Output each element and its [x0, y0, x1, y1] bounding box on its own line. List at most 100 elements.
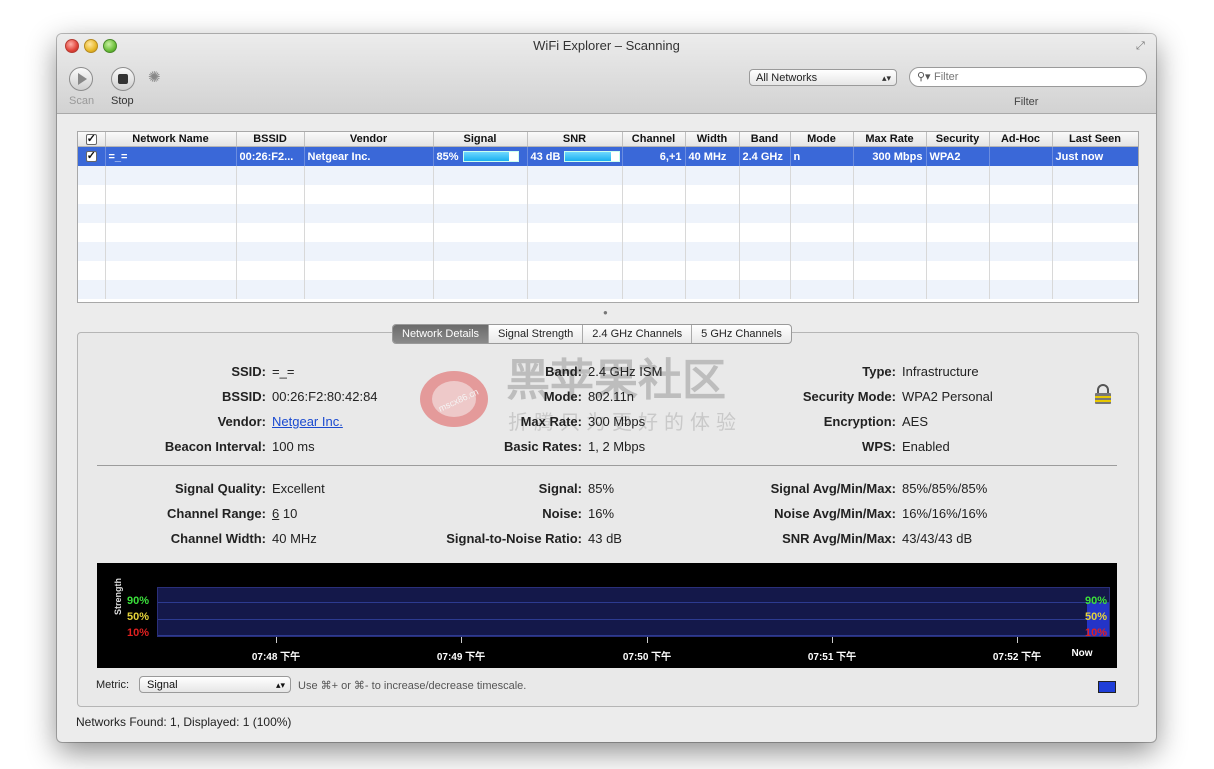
cell-adhoc — [989, 146, 1053, 166]
empty-row — [78, 280, 1138, 299]
column-header[interactable]: Vendor — [304, 132, 434, 147]
maxrate-value: 300 Mbps — [588, 414, 646, 429]
column-header[interactable]: Max Rate — [853, 132, 927, 147]
mode-value: 802.11n — [588, 389, 635, 404]
column-header[interactable]: SNR — [527, 132, 623, 147]
cell-signal: 85% — [433, 146, 528, 166]
cell-band: 2.4 GHz — [739, 146, 791, 166]
fullscreen-icon[interactable]: ⤢ — [1136, 40, 1148, 52]
snr-label: Signal-to-Noise Ratio: — [446, 531, 582, 546]
range-primary: 6 — [272, 506, 280, 521]
signal-bar-fill — [463, 152, 510, 162]
cell-mode: n — [790, 146, 854, 166]
networks-table[interactable]: Network Name BSSID Vendor Signal SNR Cha… — [77, 131, 1139, 303]
beacon-label: Beacon Interval: — [164, 439, 266, 454]
encryption-label: Encryption: — [823, 414, 896, 429]
empty-row — [78, 185, 1138, 204]
empty-row — [78, 204, 1138, 223]
level-label-50: 50% — [127, 611, 150, 623]
section-divider — [97, 465, 1117, 466]
header-select-all[interactable] — [78, 132, 106, 147]
column-header[interactable]: Channel — [622, 132, 686, 147]
filter-label: Filter — [1014, 96, 1039, 108]
checkbox[interactable] — [85, 149, 97, 163]
noiseavg-value: 16%/16%/16% — [902, 506, 988, 521]
stop-button[interactable] — [111, 67, 135, 91]
timescale-hint: Use ⌘+ or ⌘- to increase/decrease timesc… — [298, 680, 527, 692]
metric-value: Signal — [147, 679, 178, 691]
cell-max-rate: 300 Mbps — [853, 146, 927, 166]
sigavg-value: 85%/85%/85% — [902, 481, 988, 496]
filter-input[interactable] — [934, 70, 1134, 84]
cell-vendor: Netgear Inc. — [304, 146, 434, 166]
scan-label: Scan — [69, 95, 95, 107]
app-window: WiFi Explorer – Scanning ⤢ Scan Stop ✺ A… — [57, 34, 1156, 742]
column-header[interactable]: Signal — [433, 132, 528, 147]
type-label: Type: — [862, 364, 896, 379]
details-panel: mscx86.cn 黑苹果社区 折腾只为更好的体验 SSID: =_= BSSID… — [77, 332, 1139, 707]
tab-24ghz-channels[interactable]: 2.4 GHz Channels — [583, 325, 693, 343]
basicrates-label: Basic Rates: — [503, 439, 582, 454]
quality-value: Excellent — [272, 481, 325, 496]
quality-label: Signal Quality: — [174, 481, 266, 496]
time-tick — [647, 637, 648, 643]
column-header[interactable]: Ad-Hoc — [989, 132, 1053, 147]
metric-popup[interactable]: Signal ▴▾ — [139, 676, 291, 693]
tab-5ghz-channels[interactable]: 5 GHz Channels — [692, 325, 791, 343]
filter-search-field[interactable]: ⚲▾ — [909, 67, 1147, 87]
time-label: 07:52 下午 — [992, 652, 1042, 663]
network-filter-popup[interactable]: All Networks ▴▾ — [749, 69, 897, 86]
secmode-value: WPA2 Personal — [902, 389, 993, 404]
cell-network-name: =_= — [105, 146, 237, 166]
noiseavg-label: Noise Avg/Min/Max: — [774, 506, 896, 521]
column-header[interactable]: Last Seen — [1052, 132, 1138, 147]
mode-label: Mode: — [543, 389, 582, 404]
signal-bar — [462, 151, 519, 163]
column-header[interactable]: Network Name — [105, 132, 237, 147]
encryption-value: AES — [902, 414, 929, 429]
time-tick — [1017, 637, 1018, 643]
range-label: Channel Range: — [167, 506, 266, 521]
table-header: Network Name BSSID Vendor Signal SNR Cha… — [78, 132, 1138, 147]
column-header[interactable]: Mode — [790, 132, 854, 147]
column-header[interactable]: Band — [739, 132, 791, 147]
scan-button[interactable] — [69, 67, 93, 91]
time-label: 07:49 下午 — [436, 652, 486, 663]
split-handle[interactable]: ● — [603, 308, 608, 317]
level-label-90: 90% — [127, 595, 150, 607]
time-tick — [276, 637, 277, 643]
gridline — [158, 602, 1109, 603]
metric-label: Metric: — [96, 679, 129, 691]
ssid-value: =_= — [272, 364, 295, 379]
checkbox[interactable] — [85, 132, 97, 145]
snr-value: 43 dB — [588, 531, 622, 546]
window-title: WiFi Explorer – Scanning — [533, 38, 680, 53]
column-header[interactable]: Width — [685, 132, 740, 147]
level-label-10: 10% — [127, 627, 150, 639]
tab-network-details[interactable]: Network Details — [393, 325, 490, 343]
series-color-swatch[interactable] — [1098, 681, 1116, 693]
status-bar: Networks Found: 1, Displayed: 1 (100%) — [76, 715, 292, 729]
spinner-icon: ✺ — [148, 69, 161, 86]
cell-snr: 43 dB — [527, 146, 623, 166]
chwidth-label: Channel Width: — [170, 531, 266, 546]
graph-plot-area — [157, 587, 1110, 637]
time-label: 07:48 下午 — [251, 652, 301, 663]
lock-icon — [1095, 384, 1111, 404]
table-row[interactable]: =_= 00:26:F2... Netgear Inc. 85% 43 dB 6… — [78, 146, 1138, 166]
vendor-link[interactable]: Netgear Inc. — [272, 414, 343, 429]
stop-label: Stop — [111, 95, 134, 107]
sigavg-label: Signal Avg/Min/Max: — [770, 481, 896, 496]
snr-value: 43 dB — [530, 150, 561, 163]
column-header[interactable]: BSSID — [236, 132, 305, 147]
snravg-label: SNR Avg/Min/Max: — [782, 531, 896, 546]
vendor-label: Vendor: — [217, 414, 266, 429]
row-checkbox-cell[interactable] — [78, 146, 106, 166]
secmode-label: Security Mode: — [802, 389, 896, 404]
gridline — [158, 619, 1109, 620]
column-header[interactable]: Security — [926, 132, 990, 147]
beacon-value: 100 ms — [272, 439, 315, 454]
network-filter-value: All Networks — [756, 72, 818, 84]
tab-signal-strength[interactable]: Signal Strength — [489, 325, 584, 343]
chwidth-value: 40 MHz — [272, 531, 317, 546]
